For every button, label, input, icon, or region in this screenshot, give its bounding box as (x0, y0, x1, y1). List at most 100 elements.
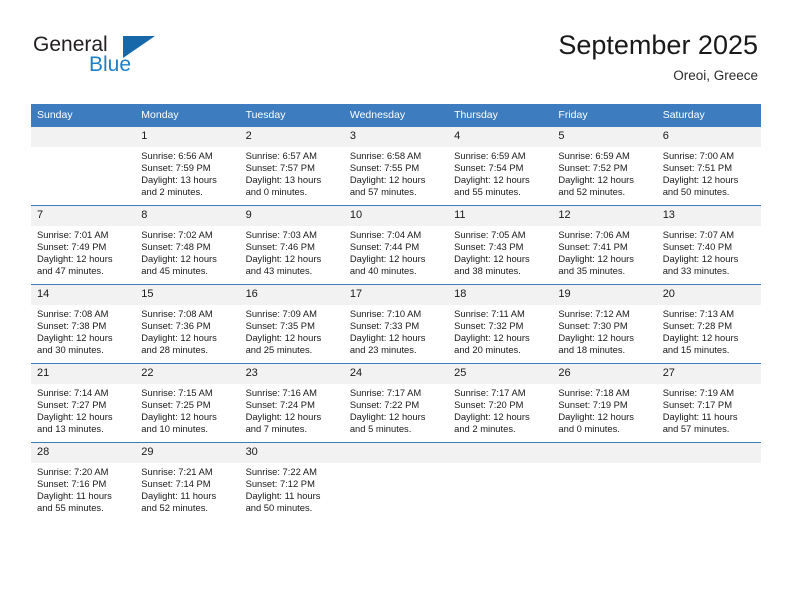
calendar-day-cell[interactable]: 21 Sunrise: 7:14 AM Sunset: 7:27 PM Dayligh… (31, 363, 136, 443)
day-number: 20 (656, 285, 761, 305)
calendar-day-cell[interactable]: 26 Sunrise: 7:18 AM Sunset: 7:19 PM Dayligh… (552, 363, 657, 443)
calendar-day-cell[interactable]: 3 Sunrise: 6:58 AM Sunset: 7:55 PM Daylight… (343, 127, 449, 206)
daylight-duration-line1: Daylight: 13 hours (141, 174, 217, 186)
day-details: Sunrise: 7:15 AM Sunset: 7:25 PM Daylight:… (135, 384, 239, 435)
daylight-duration-line1: Daylight: 12 hours (454, 253, 530, 265)
daylight-duration-line1: Daylight: 12 hours (662, 253, 739, 265)
day-number: 9 (239, 206, 344, 226)
day-number: 11 (448, 206, 553, 226)
sunset-time: Sunset: 7:19 PM (558, 399, 628, 411)
day-details: Sunrise: 6:59 AM Sunset: 7:54 PM Daylight:… (448, 147, 552, 198)
sunset-time: Sunset: 7:40 PM (662, 241, 732, 253)
calendar-day-cell[interactable]: 30 Sunrise: 7:22 AM Sunset: 7:12 PM Dayligh… (239, 442, 344, 521)
daylight-duration-line2: and 13 minutes. (37, 423, 104, 435)
day-details: Sunrise: 6:57 AM Sunset: 7:57 PM Daylight:… (240, 147, 344, 198)
calendar-day-cell[interactable]: 10 Sunrise: 7:04 AM Sunset: 7:44 PM Dayligh… (343, 205, 449, 285)
day-details: Sunrise: 7:01 AM Sunset: 7:49 PM Daylight:… (31, 226, 135, 277)
calendar-day-cell[interactable]: 29 Sunrise: 7:21 AM Sunset: 7:14 PM Dayligh… (135, 442, 240, 521)
calendar-day-cell[interactable]: 20 Sunrise: 7:13 AM Sunset: 7:28 PM Dayligh… (656, 284, 761, 364)
day-number: 16 (239, 285, 344, 305)
calendar-day-cell[interactable]: 6 Sunrise: 7:00 AM Sunset: 7:51 PM Daylight… (656, 127, 761, 206)
daylight-duration-line1: Daylight: 12 hours (141, 332, 217, 344)
general-blue-logo[interactable]: General Blue (33, 33, 163, 83)
day-number: 10 (343, 206, 449, 226)
day-number: 5 (552, 127, 657, 147)
day-number: 6 (656, 127, 761, 147)
calendar-day-cell[interactable]: 16 Sunrise: 7:09 AM Sunset: 7:35 PM Dayligh… (239, 284, 344, 364)
calendar-day-cell[interactable]: 5 Sunrise: 6:59 AM Sunset: 7:52 PM Daylight… (552, 127, 657, 206)
calendar-day-cell[interactable]: 15 Sunrise: 7:08 AM Sunset: 7:36 PM Dayligh… (135, 284, 240, 364)
daylight-duration-line1: Daylight: 11 hours (662, 411, 738, 423)
daylight-duration-line1: Daylight: 12 hours (558, 332, 634, 344)
day-number: 3 (343, 127, 449, 147)
calendar-day-cell[interactable]: 24 Sunrise: 7:17 AM Sunset: 7:22 PM Dayligh… (343, 363, 449, 443)
sunrise-time: Sunrise: 7:03 AM (245, 229, 317, 240)
day-number: 2 (239, 127, 344, 147)
sunrise-time: Sunrise: 7:10 AM (349, 308, 422, 319)
day-number: 18 (448, 285, 553, 305)
daylight-duration-line2: and 2 minutes. (454, 423, 516, 435)
sunrise-time: Sunrise: 7:17 AM (454, 387, 526, 398)
calendar-day-cell-empty (656, 442, 761, 521)
daylight-duration-line1: Daylight: 12 hours (37, 253, 113, 265)
calendar-day-cell[interactable]: 4 Sunrise: 6:59 AM Sunset: 7:54 PM Daylight… (448, 127, 553, 206)
calendar-day-cell[interactable]: 11 Sunrise: 7:05 AM Sunset: 7:43 PM Dayligh… (448, 205, 553, 285)
day-details: Sunrise: 7:17 AM Sunset: 7:22 PM Daylight:… (344, 384, 448, 435)
daylight-duration-line1: Daylight: 13 hours (245, 174, 322, 186)
day-details: Sunrise: 7:18 AM Sunset: 7:19 PM Daylight:… (552, 384, 656, 435)
sunrise-time: Sunrise: 7:06 AM (558, 229, 630, 240)
calendar-day-cell[interactable]: 25 Sunrise: 7:17 AM Sunset: 7:20 PM Dayligh… (448, 363, 553, 443)
calendar-day-cell[interactable]: 28 Sunrise: 7:20 AM Sunset: 7:16 PM Dayligh… (31, 442, 136, 521)
daylight-duration-line2: and 47 minutes. (37, 265, 104, 277)
weekday-header-friday: Friday (552, 104, 657, 127)
weekday-header-wednesday: Wednesday (343, 104, 449, 127)
day-number: 28 (31, 443, 136, 463)
calendar-day-cell[interactable]: 13 Sunrise: 7:07 AM Sunset: 7:40 PM Dayligh… (656, 205, 761, 285)
sunrise-time: Sunrise: 7:04 AM (349, 229, 422, 240)
calendar-day-cell[interactable]: 12 Sunrise: 7:06 AM Sunset: 7:41 PM Dayligh… (552, 205, 657, 285)
weekday-header-tuesday: Tuesday (239, 104, 344, 127)
sunrise-time: Sunrise: 7:17 AM (349, 387, 422, 398)
sunset-time: Sunset: 7:12 PM (245, 478, 315, 490)
calendar-day-cell[interactable]: 2 Sunrise: 6:57 AM Sunset: 7:57 PM Daylight… (239, 127, 344, 206)
day-details: Sunrise: 7:22 AM Sunset: 7:12 PM Daylight:… (240, 463, 344, 514)
sunset-time: Sunset: 7:36 PM (141, 320, 211, 332)
calendar-day-cell[interactable]: 23 Sunrise: 7:16 AM Sunset: 7:24 PM Dayligh… (239, 363, 344, 443)
calendar-day-cell[interactable]: 22 Sunrise: 7:15 AM Sunset: 7:25 PM Dayligh… (135, 363, 240, 443)
day-details: Sunrise: 6:58 AM Sunset: 7:55 PM Daylight:… (344, 147, 448, 198)
day-number: 22 (135, 364, 240, 384)
daylight-duration-line1: Daylight: 12 hours (454, 411, 530, 423)
sunrise-time: Sunrise: 6:59 AM (454, 150, 526, 161)
calendar-week-row: 28 Sunrise: 7:20 AM Sunset: 7:16 PM Dayligh… (31, 442, 761, 521)
calendar-day-cell[interactable]: 9 Sunrise: 7:03 AM Sunset: 7:46 PM Daylight… (239, 205, 344, 285)
daylight-duration-line1: Daylight: 11 hours (141, 490, 217, 502)
day-number: 12 (552, 206, 657, 226)
sunrise-time: Sunrise: 7:11 AM (454, 308, 525, 319)
daylight-duration-line2: and 50 minutes. (245, 502, 313, 514)
sunrise-time: Sunrise: 6:57 AM (245, 150, 317, 161)
day-number: 21 (31, 364, 136, 384)
calendar-day-cell[interactable]: 14 Sunrise: 7:08 AM Sunset: 7:38 PM Dayligh… (31, 284, 136, 364)
calendar-header-row: Sunday Monday Tuesday Wednesday Thursday… (31, 104, 761, 127)
day-number (448, 443, 553, 463)
day-details: Sunrise: 7:05 AM Sunset: 7:43 PM Daylight:… (448, 226, 552, 277)
calendar-day-cell[interactable]: 17 Sunrise: 7:10 AM Sunset: 7:33 PM Dayligh… (343, 284, 449, 364)
calendar-day-cell[interactable]: 19 Sunrise: 7:12 AM Sunset: 7:30 PM Dayligh… (552, 284, 657, 364)
calendar-day-cell[interactable]: 7 Sunrise: 7:01 AM Sunset: 7:49 PM Daylight… (31, 205, 136, 285)
daylight-duration-line2: and 40 minutes. (349, 265, 417, 277)
calendar-day-cell[interactable]: 8 Sunrise: 7:02 AM Sunset: 7:48 PM Daylight… (135, 205, 240, 285)
calendar-body: 1 Sunrise: 6:56 AM Sunset: 7:59 PM Daylight… (31, 127, 761, 521)
daylight-duration-line1: Daylight: 12 hours (558, 253, 634, 265)
weekday-header-saturday: Saturday (656, 104, 761, 127)
calendar-week-row: 1 Sunrise: 6:56 AM Sunset: 7:59 PM Daylight… (31, 127, 761, 206)
daylight-duration-line2: and 0 minutes. (245, 186, 308, 198)
sunset-time: Sunset: 7:57 PM (245, 162, 315, 174)
calendar-page: General Blue September 2025 Oreoi, Greec… (0, 0, 792, 612)
sunrise-time: Sunrise: 6:59 AM (558, 150, 630, 161)
calendar-day-cell[interactable]: 18 Sunrise: 7:11 AM Sunset: 7:32 PM Dayligh… (448, 284, 553, 364)
sunset-time: Sunset: 7:27 PM (37, 399, 107, 411)
calendar-day-cell[interactable]: 27 Sunrise: 7:19 AM Sunset: 7:17 PM Dayligh… (656, 363, 761, 443)
calendar-day-cell[interactable]: 1 Sunrise: 6:56 AM Sunset: 7:59 PM Daylight… (135, 127, 240, 206)
daylight-duration-line2: and 15 minutes. (662, 344, 730, 356)
sunset-time: Sunset: 7:22 PM (349, 399, 420, 411)
